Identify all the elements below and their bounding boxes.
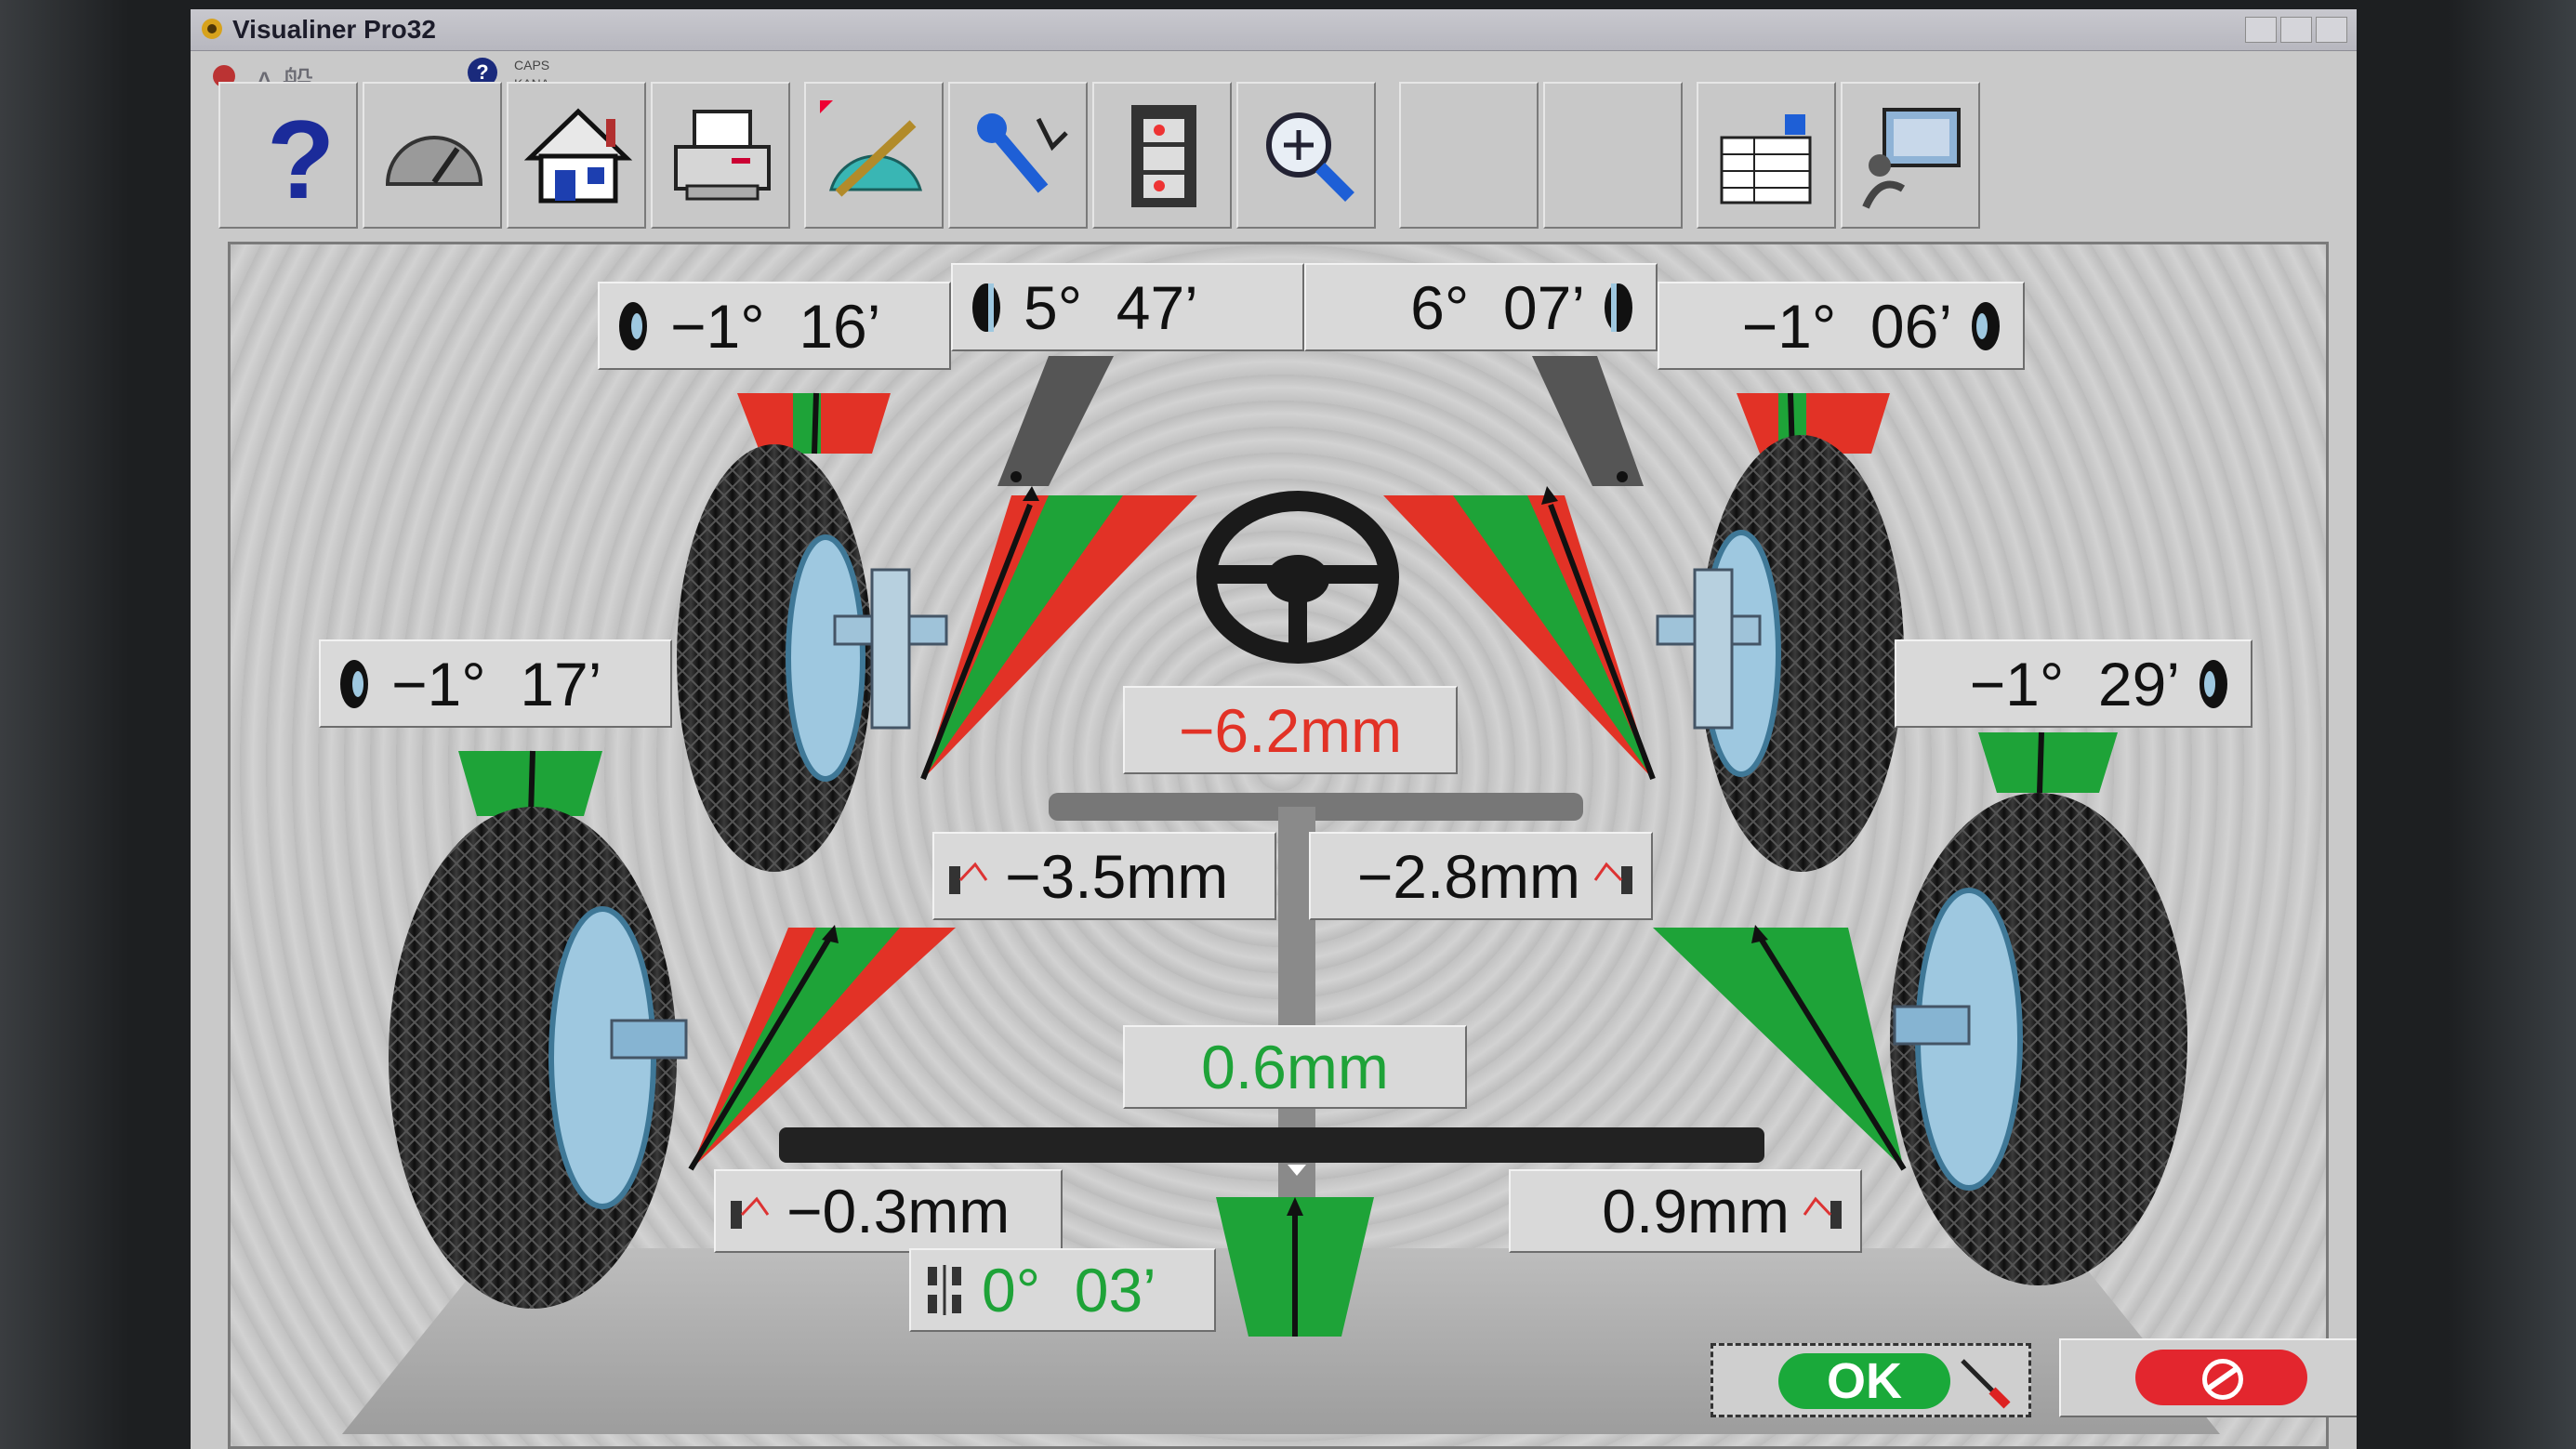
rear-right-camber-box: −1° 29’ bbox=[1895, 639, 2252, 728]
app-icon bbox=[202, 19, 222, 39]
technician-monitor-icon bbox=[1862, 108, 1961, 209]
front-left-camber-value: −1° 16’ bbox=[670, 291, 881, 361]
help-button[interactable]: ? bbox=[218, 82, 358, 229]
toe-gauge-icon bbox=[1593, 862, 1632, 894]
front-right-toe-box: −2.8mm bbox=[1309, 832, 1653, 920]
front-total-toe-box: −6.2mm bbox=[1123, 686, 1458, 774]
rear-left-toe-value: −0.3mm bbox=[786, 1177, 1011, 1245]
rear-left-wheel bbox=[389, 807, 688, 1309]
rear-right-toe-box: 0.9mm bbox=[1509, 1169, 1862, 1253]
front-left-toe-value: −3.5mm bbox=[1005, 841, 1229, 911]
application-window: Visualiner Pro32 A 般 ? CAPS KANA ? bbox=[191, 9, 2357, 1449]
front-right-toe-value: −2.8mm bbox=[1356, 841, 1580, 911]
front-right-camber-value: −1° 06’ bbox=[1741, 291, 1952, 361]
thrust-angle-indicator bbox=[1216, 1197, 1374, 1337]
film-icon bbox=[1131, 105, 1196, 207]
title-bar: Visualiner Pro32 bbox=[191, 9, 2357, 51]
toe-gauge-icon bbox=[949, 862, 988, 894]
thrust-axle-icon bbox=[928, 1265, 961, 1315]
tire-icon bbox=[1972, 301, 2000, 350]
rear-left-camber-box: −1° 17’ bbox=[319, 639, 672, 728]
front-axle bbox=[1049, 793, 1583, 821]
thrust-angle-value: 0° 03’ bbox=[982, 1256, 1156, 1324]
steering-wheel-icon bbox=[1196, 491, 1399, 664]
alignment-diagram-panel: −1° 16’ 5° 47’ 6° 07’ −1° 06’ −1° 17’ −1… bbox=[228, 242, 2329, 1449]
minimize-button[interactable] bbox=[2245, 17, 2277, 43]
front-right-wheel bbox=[1656, 435, 1904, 872]
rear-right-wheel bbox=[1890, 793, 2187, 1285]
wrench-icon bbox=[977, 113, 1068, 193]
front-left-wheel bbox=[677, 444, 948, 872]
ok-button-label: OK bbox=[1778, 1353, 1950, 1409]
screwdriver-icon bbox=[1961, 1359, 2011, 1409]
front-right-caster-value: 6° 07’ bbox=[1410, 272, 1585, 342]
front-right-camber-box: −1° 06’ bbox=[1658, 282, 2025, 370]
gauge-button[interactable] bbox=[363, 82, 502, 229]
adjust-button[interactable] bbox=[948, 82, 1088, 229]
printer-icon bbox=[674, 110, 771, 201]
blank-button-2[interactable] bbox=[1543, 82, 1683, 229]
rear-right-toe-value: 0.9mm bbox=[1602, 1177, 1790, 1245]
window-controls bbox=[2245, 17, 2347, 43]
rear-left-toe-box: −0.3mm bbox=[714, 1169, 1063, 1253]
front-left-camber-indicator bbox=[737, 392, 891, 454]
thrust-angle-box: 0° 03’ bbox=[909, 1248, 1216, 1332]
video-button[interactable] bbox=[1092, 82, 1232, 229]
tire-icon bbox=[1605, 283, 1632, 332]
toe-gauge-icon bbox=[731, 1196, 770, 1229]
front-left-toe-box: −3.5mm bbox=[932, 832, 1276, 920]
front-left-caster-bar bbox=[997, 356, 1114, 486]
rear-right-camber-indicator bbox=[1978, 731, 2118, 794]
close-button[interactable] bbox=[2316, 17, 2347, 43]
tire-icon bbox=[619, 301, 647, 350]
zoom-in-icon bbox=[1266, 112, 1354, 202]
print-button[interactable] bbox=[651, 82, 790, 229]
rear-total-toe-value: 0.6mm bbox=[1201, 1033, 1389, 1101]
tire-icon bbox=[2200, 659, 2227, 708]
cancel-button[interactable] bbox=[2059, 1338, 2357, 1417]
maximize-button[interactable] bbox=[2280, 17, 2312, 43]
rear-total-toe-box: 0.6mm bbox=[1123, 1025, 1467, 1109]
svg-text:?: ? bbox=[267, 100, 335, 212]
tire-icon bbox=[972, 283, 1000, 332]
ok-button[interactable]: OK bbox=[1711, 1343, 2031, 1417]
question-mark-icon: ? bbox=[267, 100, 335, 212]
toolbar: ? bbox=[218, 82, 2282, 231]
front-left-caster-value: 5° 47’ bbox=[1024, 272, 1198, 342]
spec-button[interactable] bbox=[1697, 82, 1836, 229]
protractor-icon bbox=[820, 100, 923, 197]
window-title: Visualiner Pro32 bbox=[232, 15, 436, 44]
home-icon bbox=[523, 108, 633, 204]
blank-button-1[interactable] bbox=[1399, 82, 1539, 229]
speedometer-icon bbox=[385, 136, 483, 186]
front-left-caster-box: 5° 47’ bbox=[951, 263, 1304, 351]
toe-gauge-icon bbox=[1803, 1196, 1842, 1229]
vehicle-diagram bbox=[389, 356, 2187, 1337]
rear-left-camber-value: −1° 17’ bbox=[391, 649, 602, 718]
front-right-caster-bar bbox=[1532, 356, 1644, 486]
front-total-toe-value: −6.2mm bbox=[1178, 695, 1403, 765]
cancel-icon bbox=[2135, 1350, 2307, 1405]
rear-right-camber-value: −1° 29’ bbox=[1969, 649, 2180, 718]
home-button[interactable] bbox=[507, 82, 646, 229]
zoom-button[interactable] bbox=[1236, 82, 1376, 229]
rear-left-camber-indicator bbox=[458, 750, 602, 817]
monitor-button[interactable] bbox=[1841, 82, 1980, 229]
front-left-camber-box: −1° 16’ bbox=[598, 282, 951, 370]
spreadsheet-icon bbox=[1720, 114, 1812, 204]
tire-icon bbox=[340, 659, 368, 708]
front-right-caster-box: 6° 07’ bbox=[1304, 263, 1658, 351]
measure-button[interactable] bbox=[804, 82, 944, 229]
